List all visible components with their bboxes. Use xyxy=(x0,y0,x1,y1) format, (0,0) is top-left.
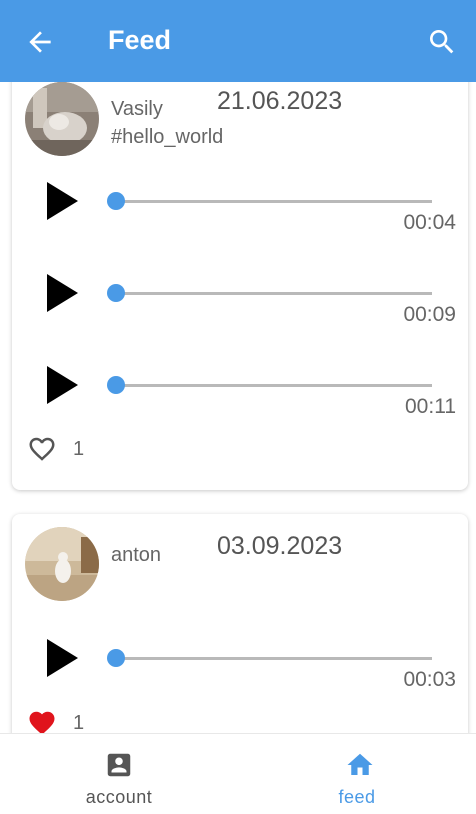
post-hashtag[interactable]: #hello_world xyxy=(111,126,223,149)
post-username[interactable]: Vasily xyxy=(111,98,163,121)
account-box-icon xyxy=(107,753,131,777)
avatar[interactable] xyxy=(25,527,99,601)
nav-account-label: account xyxy=(85,787,153,807)
audio-seek-thumb[interactable] xyxy=(107,649,125,667)
audio-seek-thumb[interactable] xyxy=(107,192,125,210)
page-title: Feed xyxy=(108,25,172,55)
audio-progress-bar[interactable] xyxy=(116,292,432,295)
play-icon[interactable] xyxy=(45,365,79,405)
nav-feed[interactable]: feed xyxy=(238,734,476,814)
nav-account[interactable]: account xyxy=(0,734,238,814)
audio-duration: 00:03 xyxy=(403,668,456,691)
audio-progress-bar[interactable] xyxy=(116,200,432,203)
bottom-navigation: account feed xyxy=(0,733,476,813)
audio-seek-thumb[interactable] xyxy=(107,284,125,302)
post-card: Vasily #hello_world 21.06.2023 00:04 00:… xyxy=(12,82,468,490)
post-date: 03.09.2023 xyxy=(217,532,343,560)
audio-seek-thumb[interactable] xyxy=(107,376,125,394)
post-username[interactable]: anton xyxy=(111,544,161,567)
audio-duration: 00:04 xyxy=(403,211,456,234)
search-icon[interactable] xyxy=(426,26,458,58)
audio-track: 00:03 xyxy=(12,638,468,708)
heart-outline-icon[interactable] xyxy=(26,434,58,464)
audio-progress-bar[interactable] xyxy=(116,657,432,660)
audio-progress-bar[interactable] xyxy=(116,384,432,387)
post-date: 21.06.2023 xyxy=(217,87,343,115)
avatar[interactable] xyxy=(25,82,99,156)
play-icon[interactable] xyxy=(45,181,79,221)
play-icon[interactable] xyxy=(45,638,79,678)
audio-track: 00:09 xyxy=(12,273,468,343)
post-card: anton 03.09.2023 00:03 1 xyxy=(12,514,468,733)
app-bar: Feed xyxy=(0,0,476,82)
audio-duration: 00:09 xyxy=(403,303,456,326)
like-count: 1 xyxy=(73,712,85,733)
audio-duration: 00:11 xyxy=(405,395,456,418)
heart-filled-icon[interactable] xyxy=(26,708,58,733)
home-icon xyxy=(347,753,373,775)
feed-list[interactable]: Vasily #hello_world 21.06.2023 00:04 00:… xyxy=(0,82,476,733)
audio-track: 00:11 xyxy=(12,365,468,435)
like-count: 1 xyxy=(73,438,85,460)
play-icon[interactable] xyxy=(45,273,79,313)
audio-track: 00:04 xyxy=(12,181,468,251)
arrow-left-icon[interactable] xyxy=(24,26,56,58)
nav-feed-label: feed xyxy=(338,787,376,807)
